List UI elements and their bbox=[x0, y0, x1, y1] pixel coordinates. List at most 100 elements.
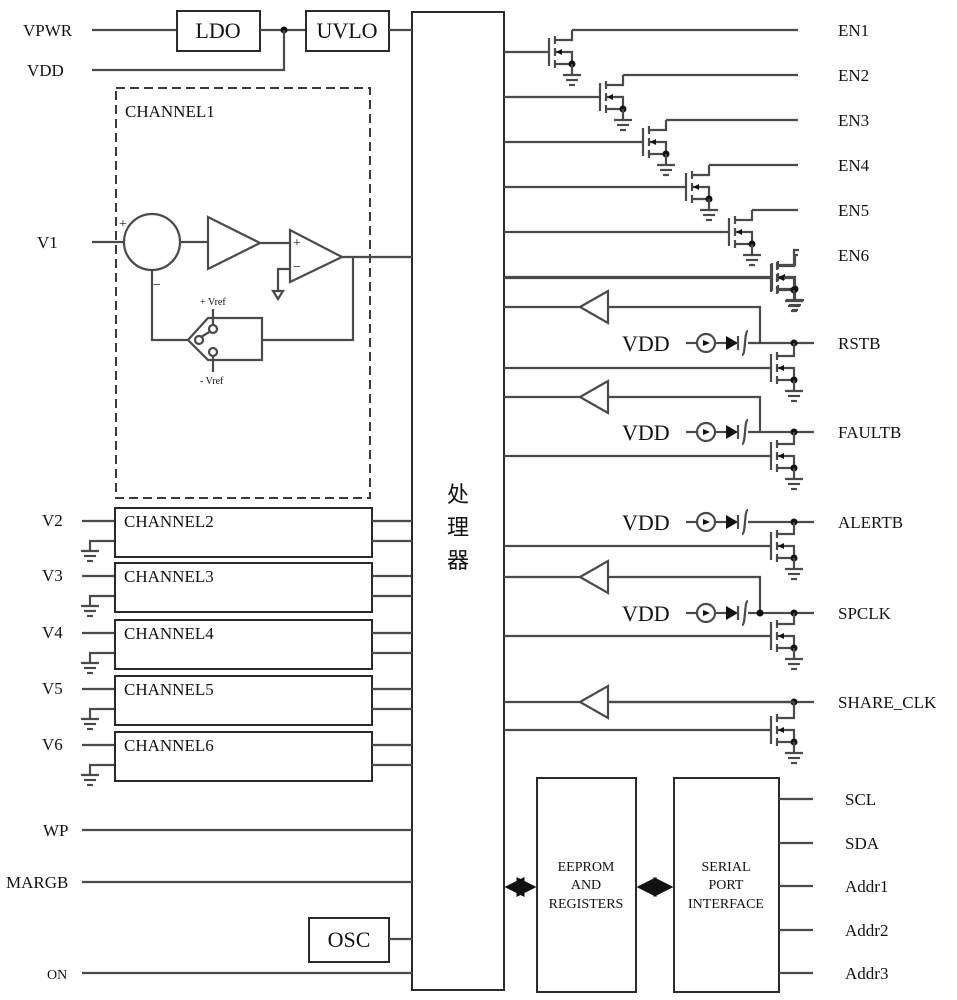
circuit-diagram: 处 理 器 VPWR VDD LDO UVLO CHANNEL1 V1 + − … bbox=[6, 10, 937, 993]
channel-label: CHANNEL3 bbox=[124, 567, 214, 586]
enable-output: EN4 bbox=[504, 156, 870, 222]
wire bbox=[88, 763, 115, 775]
open-drain-outputs: VDD RSTB VDD FAULTB VDD ALERTB VDD SPCLK SHARE_C… bbox=[504, 248, 937, 765]
enable-output-label: EN5 bbox=[838, 201, 869, 220]
diode-icon bbox=[726, 606, 738, 620]
wire bbox=[88, 651, 115, 663]
current-source-arrow bbox=[703, 340, 710, 346]
switch-contact bbox=[207, 346, 219, 358]
vref-switch bbox=[186, 316, 264, 362]
uvlo-label: UVLO bbox=[316, 18, 377, 43]
mosfet-arrow-icon bbox=[778, 365, 784, 371]
mosfet-arrow-icon bbox=[778, 543, 784, 549]
current-source-arrow bbox=[703, 519, 710, 525]
channel1-label: CHANNEL1 bbox=[125, 102, 215, 121]
wire bbox=[88, 594, 115, 606]
enable-output-label: EN3 bbox=[838, 111, 869, 130]
switch-blade bbox=[200, 330, 212, 338]
sum-plus: + bbox=[119, 217, 127, 232]
wire bbox=[262, 257, 355, 342]
serial-pin-label: Addr3 bbox=[845, 964, 888, 983]
enable-output-label: EN1 bbox=[838, 21, 869, 40]
serial-pin-label: SDA bbox=[845, 834, 880, 853]
mosfet-arrow-icon bbox=[556, 49, 562, 55]
vdd-label: VDD bbox=[622, 510, 670, 535]
mosfet-arrow-icon bbox=[778, 727, 784, 733]
enable-outputs: EN1 EN2 EN3 EN4 EN5 EN6 bbox=[504, 21, 870, 312]
mosfet-arrow-icon bbox=[607, 94, 613, 100]
mosfet-drain bbox=[777, 708, 796, 720]
channel-block: V5 CHANNEL5 bbox=[42, 675, 412, 731]
processor-label-3: 器 bbox=[447, 548, 469, 573]
on-label: ON bbox=[47, 968, 67, 983]
processor-label-1: 处 bbox=[447, 482, 469, 507]
mosfet-drain bbox=[777, 346, 796, 358]
channel-input-label: V6 bbox=[42, 735, 63, 754]
amplifier-icon bbox=[206, 215, 263, 271]
input-buffer-icon bbox=[577, 684, 610, 720]
open-drain-output: VDD ALERTB bbox=[504, 508, 903, 581]
wire bbox=[276, 267, 290, 290]
processor-label-2: 理 bbox=[447, 515, 469, 540]
serial-pins: SCL SDA Addr1 Addr2 Addr3 bbox=[779, 790, 888, 983]
diode-icon bbox=[726, 425, 738, 439]
output-label: SHARE_CLK bbox=[838, 693, 937, 712]
enable-output-label: EN2 bbox=[838, 66, 869, 85]
serial-pin-label: SCL bbox=[845, 790, 876, 809]
wire bbox=[88, 707, 115, 719]
channel-label: CHANNEL4 bbox=[124, 624, 214, 643]
schottky-icon bbox=[740, 329, 750, 357]
wire bbox=[88, 539, 115, 551]
channel1-boundary bbox=[115, 87, 371, 499]
channel-input-label: V4 bbox=[42, 623, 63, 642]
channel-label: CHANNEL6 bbox=[124, 736, 214, 755]
input-buffer-icon bbox=[577, 379, 610, 415]
serial-pin-label: Addr1 bbox=[845, 877, 888, 896]
open-drain-output: VDD FAULTB bbox=[504, 379, 901, 491]
comp-minus: − bbox=[293, 260, 301, 275]
vpwr-label: VPWR bbox=[23, 21, 73, 40]
channel-block: V2 CHANNEL2 bbox=[42, 507, 412, 563]
mosfet-arrow-icon bbox=[778, 453, 784, 459]
mosfet-arrow-icon bbox=[693, 184, 699, 190]
mosfet-arrow-icon bbox=[778, 633, 784, 639]
mosfet-drain bbox=[649, 120, 668, 132]
sum-minus: − bbox=[153, 278, 161, 293]
channel-input-label: V2 bbox=[42, 511, 63, 530]
output-label: SPCLK bbox=[838, 604, 892, 623]
open-drain-output: VDD RSTB bbox=[504, 289, 881, 403]
junction-dot bbox=[756, 609, 764, 617]
schottky-icon bbox=[740, 418, 750, 446]
output-label: ALERTB bbox=[838, 513, 903, 532]
enable-output-label: EN6 bbox=[838, 246, 869, 265]
mosfet-drain bbox=[692, 165, 711, 177]
vdd-label: VDD bbox=[622, 331, 670, 356]
schottky-icon bbox=[740, 599, 750, 627]
channel-block: V4 CHANNEL4 bbox=[42, 619, 412, 675]
schottky-icon bbox=[740, 508, 750, 536]
vref-plus-label: + Vref bbox=[200, 297, 226, 308]
channel-list: V2 CHANNEL2 V3 CHANNEL3 V4 CHANNEL4 V5 CHANNEL5… bbox=[42, 507, 412, 787]
current-source-arrow bbox=[703, 610, 710, 616]
mosfet-drain bbox=[778, 255, 797, 267]
output-label: RSTB bbox=[838, 334, 881, 353]
current-source-arrow bbox=[703, 429, 710, 435]
diode-icon bbox=[726, 515, 738, 529]
mosfet-drain bbox=[777, 614, 796, 626]
serial-line-1: SERIAL bbox=[702, 860, 751, 875]
enable-output: EN5 bbox=[504, 201, 869, 267]
input-buffer-icon bbox=[577, 559, 610, 595]
wp-label: WP bbox=[43, 821, 69, 840]
summing-node bbox=[122, 212, 182, 272]
vdd-label: VDD bbox=[27, 61, 64, 80]
mosfet-drain bbox=[777, 524, 796, 536]
open-drain-output: VDD SPCLK bbox=[504, 559, 892, 671]
eeprom-line-1: EEPROM bbox=[558, 860, 615, 875]
channel-input-label: V3 bbox=[42, 566, 63, 585]
channel-input-label: V5 bbox=[42, 679, 63, 698]
mosfet-drain bbox=[555, 30, 574, 42]
mosfet-drain bbox=[606, 75, 625, 87]
mosfet-arrow-icon bbox=[650, 139, 656, 145]
channel-label: CHANNEL2 bbox=[124, 512, 214, 531]
channel-block: V3 CHANNEL3 bbox=[42, 562, 412, 618]
